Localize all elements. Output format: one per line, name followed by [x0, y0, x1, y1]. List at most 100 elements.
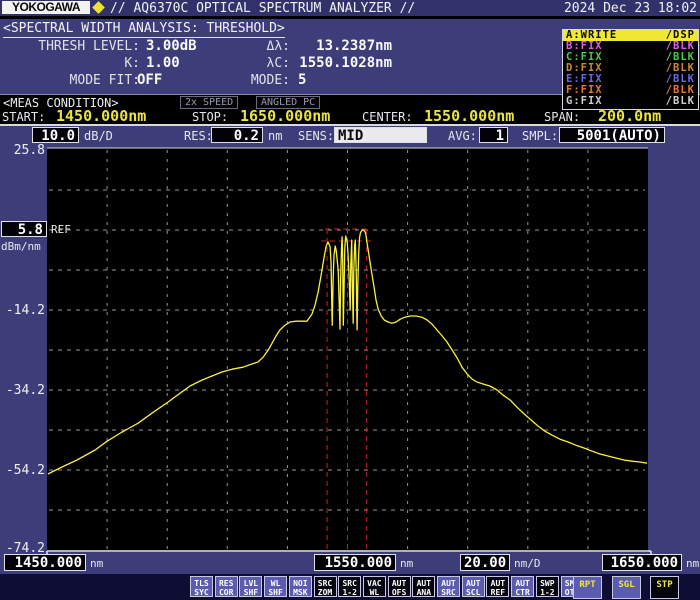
trace-status: /BLK [665, 95, 695, 107]
xaxis-center-field[interactable]: 1550.000 [314, 554, 396, 571]
smpl-label: SMPL: [522, 129, 559, 143]
lambda-c-value: 1550.1028nm [299, 55, 392, 71]
softkey-line1: SRC [342, 579, 357, 588]
avg-field[interactable]: 1 [479, 127, 508, 144]
settings-row: 10.0 dB/D RES: 0.2 nm SENS: MID AVG: 1 S… [0, 125, 700, 148]
yaxis-top-label: 25.8 [13, 143, 45, 158]
softkey-line2: SHF [268, 588, 283, 597]
yaxis-label-2: -34.2 [5, 383, 45, 398]
softkey-line2: REF [490, 588, 506, 597]
trace-row-g[interactable]: G:FIX/BLK [563, 96, 698, 107]
start-label: START: [2, 110, 46, 124]
softkey-line2: CTR [515, 588, 530, 597]
softkey-line1: WL [270, 579, 281, 588]
softkey-src-zom[interactable]: SRC ZOM [313, 576, 337, 597]
softkey-line1: RES [218, 579, 234, 588]
softkey-aut-scl[interactable]: AUT SCL [461, 576, 485, 597]
softkey-swp-1-2[interactable]: SWP 1-2 [535, 576, 559, 597]
k-value[interactable]: 1.00 [146, 55, 180, 71]
softkey-aut-ofs[interactable]: AUT OFS [387, 576, 411, 597]
ref-level-field[interactable]: 5.8 [1, 221, 47, 238]
yokogawa-diamond-icon [92, 1, 105, 14]
softkey-line2: WL [369, 588, 380, 597]
yokogawa-logo: YOKOGAWA [2, 1, 90, 14]
stop-value[interactable]: 1650.000nm [240, 107, 330, 125]
sens-label: SENS: [298, 129, 335, 143]
softkey-line2: 1-2 [540, 588, 555, 597]
softkey-line2: SHF [243, 588, 259, 597]
speed-flag: 2x SPEED [180, 96, 239, 109]
softkey-lvl-shf[interactable]: LVL SHF [239, 576, 263, 597]
softkey-sgl[interactable]: SGL [612, 576, 641, 599]
app-title: // AQ6370C OPTICAL SPECTRUM ANALYZER // [110, 1, 416, 16]
softkey-line1: LVL [243, 579, 259, 588]
softkey-line2: SRC [441, 588, 456, 597]
delta-lambda-value: 13.2387nm [316, 38, 392, 54]
center-label: CENTER: [362, 110, 413, 124]
softkey-line1: SWP [540, 579, 555, 588]
center-value[interactable]: 1550.000nm [424, 107, 514, 125]
softkey-bar: TLS SYC RES COR LVL SHF WL SHF NOI MSK SRC ZOM SRC 1-… [0, 574, 700, 600]
softkey-aut-src[interactable]: AUT SRC [437, 576, 460, 597]
level-scale-field[interactable]: 10.0 [32, 127, 79, 144]
softkey-aut-ctr[interactable]: AUT CTR [511, 576, 535, 597]
softkey-line1: SRC [317, 579, 333, 588]
softkey-line1: AUT [391, 579, 407, 588]
softkey-res-cor[interactable]: RES COR [214, 576, 238, 597]
mode-fit-label: MODE FIT: [69, 73, 140, 88]
yaxis-unit: dBm/nm [1, 240, 41, 253]
yaxis-label-1: -14.2 [5, 303, 45, 318]
softkey-line2: OFS [391, 588, 407, 597]
trace-name: G:FIX [566, 95, 603, 107]
sens-field[interactable]: MID [334, 127, 427, 144]
mode-fit-value[interactable]: OFF [137, 72, 162, 88]
softkey-line1: TLS [194, 579, 209, 588]
softkey-line2: SCL [465, 588, 481, 597]
softkey-rpt[interactable]: RPT [573, 576, 602, 599]
xaxis-start-field[interactable]: 1450.000 [4, 554, 86, 571]
softkey-aut-ref[interactable]: AUT REF [486, 576, 510, 597]
softkey-line2: SYC [194, 588, 209, 597]
xaxis-center-unit: nm [400, 557, 414, 570]
mode-value: 5 [298, 72, 307, 88]
softkey-vac-wl[interactable]: VAC WL [362, 576, 386, 597]
softkey-stp[interactable]: STP [650, 576, 679, 599]
softkey-src-1-2[interactable]: SRC 1-2 [338, 576, 362, 597]
analysis-panel: <SPECTRAL WIDTH ANALYSIS: THRESHOLD> THR… [0, 19, 560, 94]
softkey-line2: MSK [293, 588, 308, 597]
ref-marker-label: REF [51, 223, 71, 236]
softkey-line1: AUT [416, 579, 432, 588]
analysis-header: <SPECTRAL WIDTH ANALYSIS: THRESHOLD> [3, 21, 285, 38]
softkey-noi-msk[interactable]: NOI MSK [288, 576, 312, 597]
k-label: K: [124, 56, 140, 71]
softkey-line1: VAC [367, 579, 382, 588]
softkey-line1: NOI [293, 579, 308, 588]
softkey-line2: COR [218, 588, 234, 597]
softkey-aut-ana[interactable]: AUT ANA [412, 576, 436, 597]
start-value[interactable]: 1450.000nm [56, 107, 146, 125]
lambda-c-label: λC: [266, 56, 290, 71]
res-label: RES: [184, 129, 213, 143]
softkey-line1: AUT [515, 579, 530, 588]
smpl-field[interactable]: 5001(AUTO) [559, 127, 665, 144]
thresh-level-value[interactable]: 3.00dB [146, 38, 197, 54]
softkey-line2: ANA [416, 588, 432, 597]
res-field[interactable]: 0.2 [211, 127, 263, 144]
res-unit: nm [268, 129, 283, 143]
stop-label: STOP: [192, 110, 229, 124]
softkey-wl-shf[interactable]: WL SHF [264, 576, 288, 597]
xaxis-stop-field[interactable]: 1650.000 [602, 554, 682, 571]
delta-lambda-label: Δλ: [266, 39, 290, 54]
softkey-line2: 1-2 [342, 588, 357, 597]
title-bar: YOKOGAWA // AQ6370C OPTICAL SPECTRUM ANA… [0, 0, 700, 16]
softkey-line1: AUT [490, 579, 506, 588]
trace-status-panel: A:WRITE/DSP B:FIX/BLK C:FIX/BLK D:FIX/BLK E:… [562, 29, 699, 110]
xaxis-stop-unit: nm [686, 557, 700, 570]
mode-label: MODE: [250, 73, 290, 88]
softkey-tls-syc[interactable]: TLS SYC [190, 576, 213, 597]
level-scale-unit: dB/D [84, 129, 113, 143]
softkey-line1: AUT [441, 579, 456, 588]
thresh-level-label: THRESH LEVEL: [38, 39, 140, 54]
xaxis-scale-field[interactable]: 20.00 [460, 554, 510, 571]
softkey-line1: AUT [465, 579, 481, 588]
